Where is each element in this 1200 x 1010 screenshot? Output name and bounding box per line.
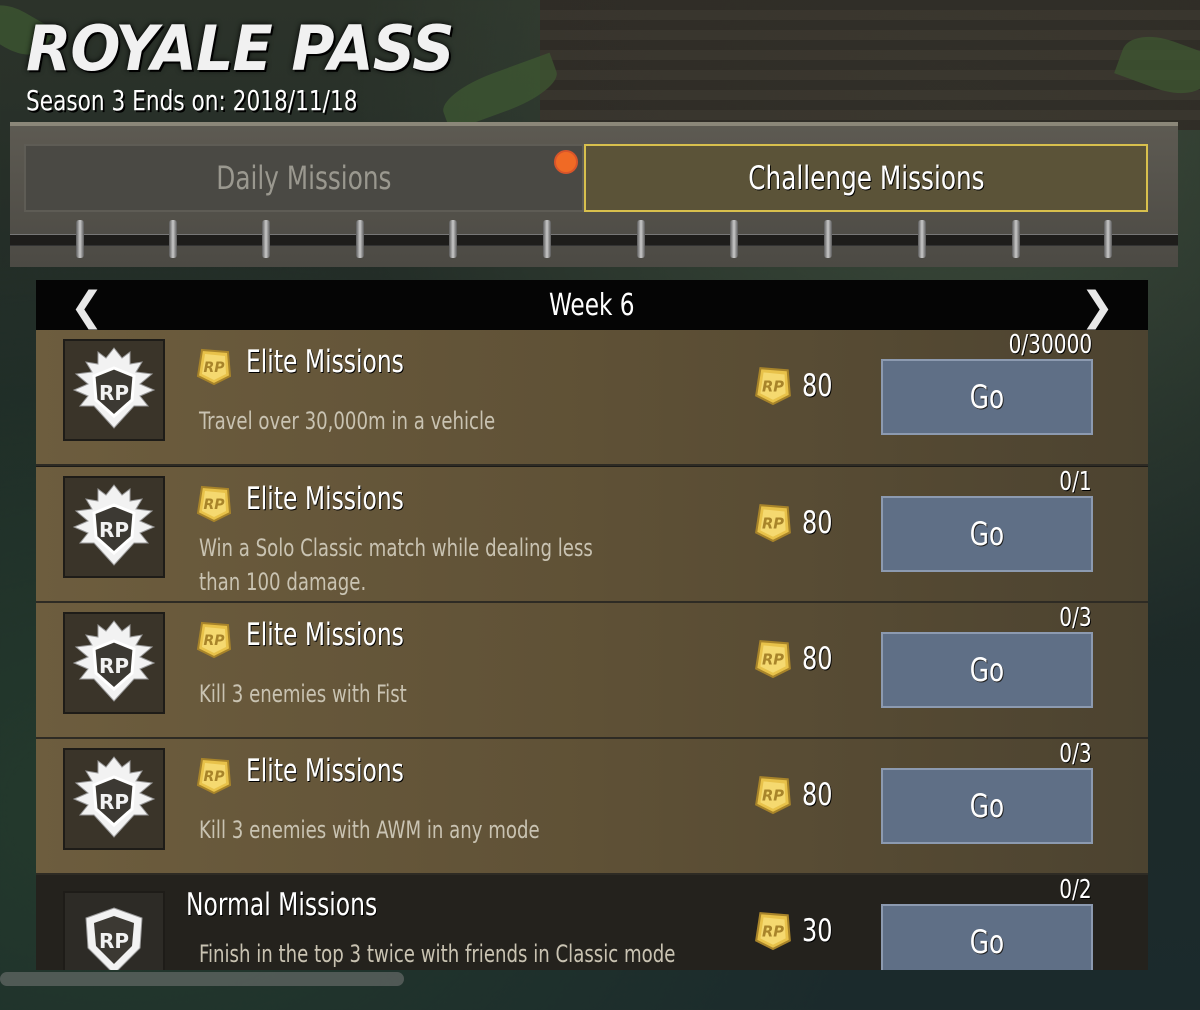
reward-points: 80 (802, 641, 833, 677)
rail-peg (356, 220, 364, 258)
chevron-left-icon[interactable]: ❮ (70, 284, 104, 330)
reward-points: 80 (802, 505, 833, 541)
rp-coin-icon: RP (752, 364, 794, 406)
mission-row: RP RP Elite Missions Kill 3 enemies with… (36, 739, 1148, 875)
mission-category: Elite Missions (246, 617, 404, 653)
rail-peg (76, 220, 84, 258)
go-button[interactable]: Go (881, 496, 1093, 572)
rail-peg (449, 220, 457, 258)
rp-coin-icon: RP (752, 773, 794, 815)
svg-text:RP: RP (762, 923, 784, 940)
chevron-right-icon[interactable]: ❯ (1080, 284, 1114, 330)
mission-description: Travel over 30,000m in a vehicle (199, 407, 496, 435)
rp-shield-icon: RP (63, 612, 165, 714)
rail-peg (637, 220, 645, 258)
svg-text:RP: RP (203, 633, 225, 649)
mission-category: Elite Missions (246, 344, 404, 380)
rp-badge-icon: RP (194, 619, 234, 659)
notification-dot (554, 150, 578, 174)
svg-text:RP: RP (99, 790, 129, 814)
rp-shield-icon: RP (63, 891, 165, 970)
go-button[interactable]: Go (881, 768, 1093, 844)
reward-points: 80 (802, 368, 833, 404)
go-button[interactable]: Go (881, 904, 1093, 970)
rp-badge-icon: RP (194, 483, 234, 523)
svg-text:RP: RP (99, 929, 129, 953)
rp-badge-icon: RP (194, 755, 234, 795)
background-roof (540, 0, 1200, 130)
rail-peg (543, 220, 551, 258)
svg-text:RP: RP (99, 654, 129, 678)
svg-text:RP: RP (203, 360, 225, 376)
reward-points: 30 (802, 913, 833, 949)
rail-peg (1104, 220, 1112, 258)
page-title: ROYALE PASS (26, 12, 455, 85)
svg-text:RP: RP (762, 651, 784, 668)
season-end-date: Season 3 Ends on: 2018/11/18 (26, 84, 358, 117)
week-label: Week 6 (549, 287, 635, 323)
rail-peg (730, 220, 738, 258)
go-button[interactable]: Go (881, 359, 1093, 435)
rp-coin-icon: RP (752, 501, 794, 543)
svg-text:RP: RP (762, 515, 784, 532)
rail-peg (824, 220, 832, 258)
rp-shield-icon: RP (63, 476, 165, 578)
rp-coin-icon: RP (752, 637, 794, 679)
mission-description: Win a Solo Classic match while dealing l… (199, 534, 593, 596)
tab-daily-missions[interactable]: Daily Missions (24, 144, 584, 212)
rail-peg (918, 220, 926, 258)
svg-text:RP: RP (99, 518, 129, 542)
go-button[interactable]: Go (881, 632, 1093, 708)
week-selector: ❮ Week 6 ❯ (36, 280, 1148, 330)
rp-shield-icon: RP (63, 339, 165, 441)
rail-divider (10, 234, 1178, 246)
mission-row: RP RP Elite Missions Win a Solo Classic … (36, 467, 1148, 603)
mission-progress: 0/1 (1059, 467, 1092, 497)
mission-description: Finish in the top 3 twice with friends i… (199, 940, 676, 968)
svg-text:RP: RP (762, 787, 784, 804)
horizontal-scrollbar[interactable] (0, 972, 404, 986)
mission-description: Kill 3 enemies with Fist (199, 680, 407, 708)
svg-text:RP: RP (203, 497, 225, 513)
missions-panel: ❮ Week 6 ❯ RP RP Elite Missions Travel o… (36, 280, 1148, 970)
mission-category: Elite Missions (246, 753, 404, 789)
svg-text:RP: RP (99, 381, 129, 405)
rp-coin-icon: RP (752, 909, 794, 951)
rail-peg (262, 220, 270, 258)
tab-challenge-missions[interactable]: Challenge Missions (584, 144, 1148, 212)
mission-progress: 0/2 (1059, 875, 1092, 905)
rp-shield-icon: RP (63, 748, 165, 850)
mission-progress: 0/3 (1059, 739, 1092, 769)
rail-peg (169, 220, 177, 258)
svg-text:RP: RP (203, 769, 225, 785)
reward-points: 80 (802, 777, 833, 813)
mission-row: RP Normal Missions Finish in the top 3 t… (36, 875, 1148, 970)
svg-text:RP: RP (762, 378, 784, 395)
mission-row: RP RP Elite Missions Kill 3 enemies with… (36, 603, 1148, 739)
mission-category: Normal Missions (186, 887, 378, 923)
tab-bar: Daily Missions Challenge Missions (10, 122, 1178, 267)
mission-category: Elite Missions (246, 481, 404, 517)
rail-peg (1012, 220, 1020, 258)
mission-progress: 0/30000 (1008, 330, 1092, 360)
rp-badge-icon: RP (194, 346, 234, 386)
mission-row: RP RP Elite Missions Travel over 30,000m… (36, 330, 1148, 466)
mission-description: Kill 3 enemies with AWM in any mode (199, 816, 540, 844)
mission-progress: 0/3 (1059, 603, 1092, 633)
